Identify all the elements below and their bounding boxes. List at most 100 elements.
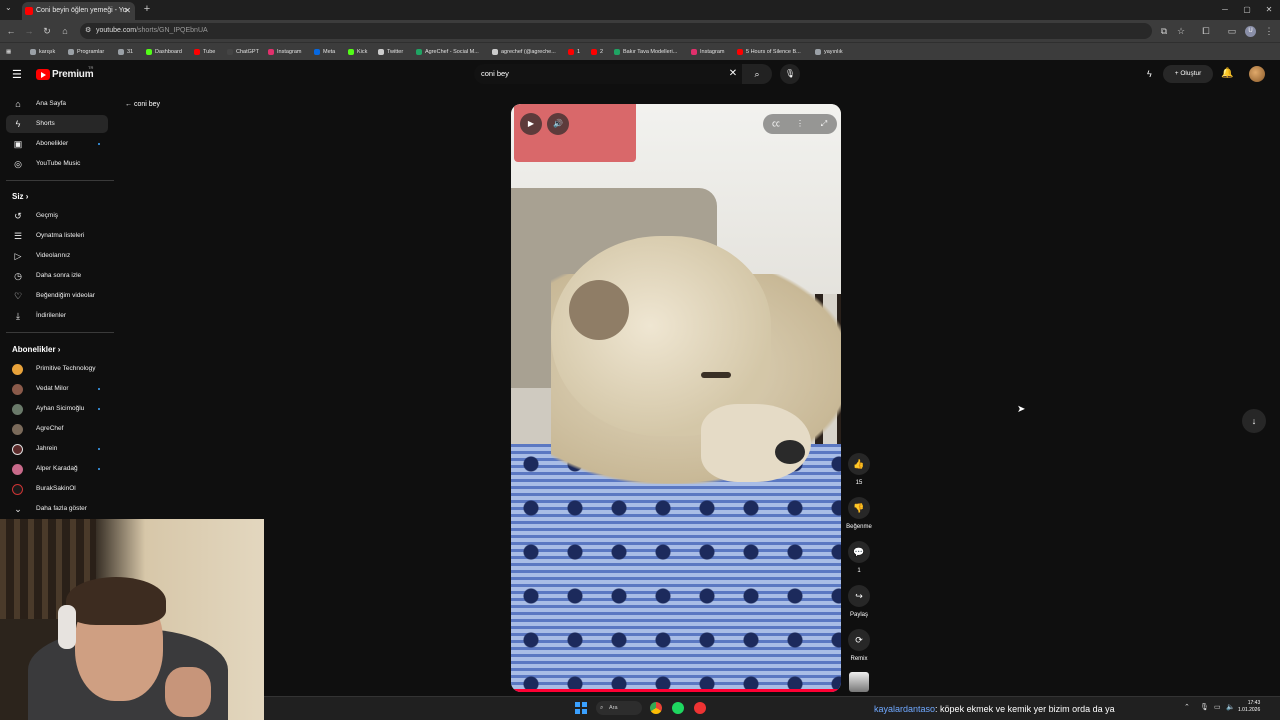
more-options-icon[interactable]: ⋮ xyxy=(789,116,811,132)
window-close-button[interactable]: ✕ xyxy=(1258,0,1280,20)
browser-tab[interactable]: Coni beyin öğlen yemeği - Yo ✕ xyxy=(22,2,135,20)
captions-icon[interactable]: ㏄ xyxy=(765,116,787,132)
sidebar-item-your-videos[interactable]: ▷ Videolarınız xyxy=(6,247,108,265)
tab-close-icon[interactable]: ✕ xyxy=(124,2,131,20)
comments-count: 1 xyxy=(857,568,861,574)
sidebar-channel-item[interactable]: BurakSakinOl xyxy=(6,480,108,498)
bookmark-item[interactable]: 1 xyxy=(568,46,580,58)
install-app-icon[interactable]: ⧉ xyxy=(1157,23,1171,39)
reload-icon[interactable]: ↻ xyxy=(40,23,54,39)
search-button[interactable]: ⌕ xyxy=(742,64,772,84)
mic-tray-icon[interactable]: 🎙 xyxy=(1200,702,1209,714)
remix-button[interactable]: ⟳ Remix xyxy=(848,629,870,662)
taskbar-search-label: Ara xyxy=(609,705,618,711)
cast-media-icon[interactable]: ▭ xyxy=(1225,23,1239,39)
bookmark-item[interactable]: Kick xyxy=(348,46,367,58)
sidebar-channel-item[interactable]: Vedat Milor xyxy=(6,380,108,398)
sidebar-item-downloads[interactable]: ⤓ İndirilenler xyxy=(6,307,108,325)
taskbar-search[interactable]: ⌕ Ara xyxy=(596,701,642,715)
bookmark-item[interactable]: Instagram xyxy=(268,46,301,58)
play-button[interactable]: ▶ xyxy=(520,113,542,135)
bookmark-item[interactable]: ChatGPT xyxy=(227,46,259,58)
new-tab-button[interactable]: + xyxy=(141,3,153,15)
shorts-video-player[interactable]: ▶ 🔊 ㏄ ⋮ ⤢ xyxy=(511,104,841,692)
sidebar-item-label: Geçmiş xyxy=(36,212,59,219)
account-avatar[interactable] xyxy=(1249,66,1265,82)
channel-avatar xyxy=(12,484,23,495)
sidebar-channel-item[interactable]: Alper Karadağ xyxy=(6,460,108,478)
dislike-button[interactable]: 👎 Beğenme xyxy=(846,497,872,530)
bookmark-item[interactable]: Tube xyxy=(194,46,215,58)
show-more-label: Daha fazla göster xyxy=(36,505,87,512)
chrome-app-icon[interactable] xyxy=(650,702,662,714)
voice-search-button[interactable]: 🎙 xyxy=(780,64,800,84)
bookmark-item[interactable]: 5 Hours of Silence B... xyxy=(737,46,801,58)
show-more-button[interactable]: ⌄ Daha fazla göster xyxy=(6,500,108,518)
menu-hamburger-icon[interactable]: ☰ xyxy=(12,69,24,81)
fullscreen-icon[interactable]: ⤢ xyxy=(813,116,835,132)
sidebar-item-watch-later[interactable]: ◷ Daha sonra izle xyxy=(6,267,108,285)
apps-grid-icon[interactable]: ▦ xyxy=(6,46,11,58)
like-button[interactable]: 👍 15 xyxy=(848,453,870,486)
bookmark-item[interactable]: agrechef (@agreche... xyxy=(492,46,556,58)
extensions-icon[interactable]: ⧠ xyxy=(1199,23,1213,39)
search-input[interactable]: coni bey xyxy=(474,64,742,84)
home-nav-icon[interactable]: ⌂ xyxy=(58,23,72,39)
shorts-create-icon[interactable]: ϟ xyxy=(1147,68,1159,80)
recording-app-icon[interactable] xyxy=(694,702,706,714)
video-progress-bar[interactable] xyxy=(511,689,841,692)
bookmark-item[interactable]: Programlar xyxy=(68,46,104,58)
back-nav-icon[interactable]: ← xyxy=(4,23,18,39)
profile-avatar[interactable]: U xyxy=(1245,26,1256,37)
you-section-header[interactable]: Siz › xyxy=(12,192,28,201)
sidebar-channel-item[interactable]: AgreChef xyxy=(6,420,108,438)
sidebar-item-label: Oynatma listeleri xyxy=(36,232,85,239)
site-info-icon[interactable]: ⚙ xyxy=(85,23,91,39)
volume-button[interactable]: 🔊 xyxy=(547,113,569,135)
sidebar-item-home[interactable]: ⌂ Ana Sayfa xyxy=(6,95,108,113)
browser-menu-icon[interactable]: ⋮ xyxy=(1262,23,1276,39)
bookmark-star-icon[interactable]: ☆ xyxy=(1174,23,1188,39)
bookmark-item[interactable]: Twitter xyxy=(378,46,403,58)
bookmark-item[interactable]: 31 xyxy=(118,46,133,58)
speaker-icon[interactable]: 🔈 xyxy=(1226,702,1235,714)
windows-start-icon[interactable] xyxy=(575,702,587,714)
bookmark-item[interactable]: Instagram xyxy=(691,46,724,58)
sidebar-item-music[interactable]: ◎ YouTube Music xyxy=(6,155,108,173)
sidebar-item-shorts[interactable]: ϟ Shorts xyxy=(6,115,108,133)
sidebar-channel-item[interactable]: Primitive Technology xyxy=(6,360,108,378)
maximize-button[interactable]: ▢ xyxy=(1236,0,1258,20)
forward-nav-icon[interactable]: → xyxy=(22,23,36,39)
sidebar-item-history[interactable]: ↺ Geçmiş xyxy=(6,207,108,225)
channel-thumbnail[interactable] xyxy=(849,672,869,692)
notifications-bell-icon[interactable]: 🔔 xyxy=(1221,67,1235,81)
back-to-search-link[interactable]: ← coni bey xyxy=(125,99,160,111)
url-bar[interactable]: ⚙ youtube.com/shorts/GN_IPQEbnUA xyxy=(80,23,1152,39)
next-short-button[interactable]: ↓ xyxy=(1242,409,1266,433)
sidebar-channel-item[interactable]: Jahrein xyxy=(6,440,108,458)
system-clock[interactable]: 17:43 1.01.2026 xyxy=(1238,700,1260,714)
sidebar-item-subscriptions[interactable]: ▣ Abonelikler xyxy=(6,135,108,153)
bookmark-item[interactable]: yayınlık xyxy=(815,46,843,58)
sidebar-channel-item[interactable]: Ayhan Sicimoğlu xyxy=(6,400,108,418)
sidebar-item-liked-videos[interactable]: ♡ Beğendiğim videolar xyxy=(6,287,108,305)
network-icon[interactable]: ▭ xyxy=(1214,702,1221,714)
spotify-app-icon[interactable] xyxy=(672,702,684,714)
tab-list-icon[interactable]: ⌄ xyxy=(5,3,12,12)
subscriptions-section-header[interactable]: Abonelikler › xyxy=(12,345,60,354)
bookmark-item[interactable]: Bakır Tava Modelleri... xyxy=(614,46,677,58)
sidebar-item-playlists[interactable]: ☰ Oynatma listeleri xyxy=(6,227,108,245)
comments-button[interactable]: 💬 1 xyxy=(848,541,870,574)
youtube-logo[interactable]: Premium TR xyxy=(36,65,106,82)
minimize-button[interactable]: ─ xyxy=(1214,0,1236,20)
bookmark-item[interactable]: karışık xyxy=(30,46,55,58)
sidebar-item-label: Videolarınız xyxy=(36,252,71,259)
bookmark-item[interactable]: 2 xyxy=(591,46,603,58)
bookmark-item[interactable]: Meta xyxy=(314,46,335,58)
search-clear-icon[interactable]: ✕ xyxy=(727,67,739,81)
bookmark-item[interactable]: Dashboard xyxy=(146,46,182,58)
share-button[interactable]: ↪ Paylaş xyxy=(848,585,870,618)
tray-chevron-icon[interactable]: ⌃ xyxy=(1184,702,1190,714)
bookmark-item[interactable]: AgreChef - Social M... xyxy=(416,46,479,58)
create-button[interactable]: + Oluştur xyxy=(1163,65,1213,83)
